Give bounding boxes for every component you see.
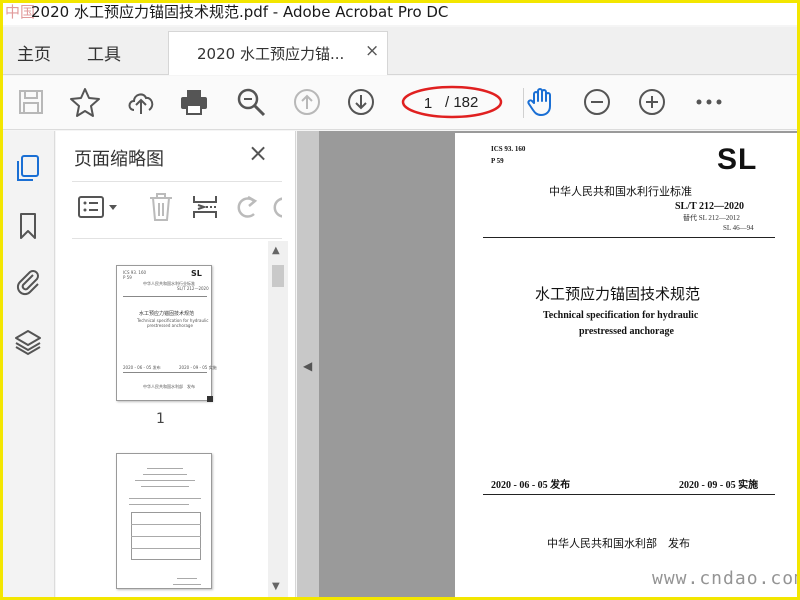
window-title-bar: 中国 2020 水工预应力锚固技术规范.pdf - Adobe Acrobat … (3, 3, 797, 25)
more-icon[interactable] (693, 86, 725, 118)
save-icon[interactable] (15, 86, 47, 118)
header-rule (483, 237, 775, 238)
previous-page-icon[interactable] (291, 86, 323, 118)
zoom-search-icon[interactable] (235, 86, 267, 118)
replaces-line-2: SL 46—94 (723, 224, 754, 232)
zoom-out-icon[interactable] (581, 86, 613, 118)
print-icon[interactable] (178, 86, 210, 118)
total-pages: / 182 (445, 94, 479, 111)
standard-type: 中华人民共和国水利行业标准 (549, 185, 692, 198)
close-panel-button[interactable]: × (248, 139, 268, 167)
page-thumbnails-icon[interactable] (13, 153, 43, 183)
thumbnail-list: ICS 93. 160 P 59 SL 中华人民共和国水利行业标准 SL/T 2… (56, 241, 268, 597)
scroll-up-icon[interactable]: ▲ (272, 245, 280, 256)
issuer: 中华人民共和国水利部 发布 (547, 537, 690, 550)
document-title-cn: 水工预应力锚固技术规范 (535, 285, 701, 303)
scroll-thumb[interactable] (272, 265, 284, 287)
replaces-line-1: 替代 SL 212—2012 (683, 214, 740, 222)
ics-code: ICS 93. 160 (491, 145, 526, 153)
upload-cloud-icon[interactable] (125, 86, 157, 118)
sl-logo: SL (717, 143, 758, 176)
thumbnail-toolbar (72, 181, 282, 239)
collapse-panel-handle[interactable]: ◀ (297, 131, 319, 597)
document-tab-label: 2020 水工预应力锚... (197, 45, 345, 63)
layers-icon[interactable] (13, 327, 43, 357)
document-canvas: ◀ ICS 93. 160 P 59 SL 中华人民共和国水利行业标准 SL/T… (297, 131, 797, 597)
rotate-clockwise-icon[interactable] (268, 192, 282, 222)
panel-title: 页面缩略图 (74, 149, 164, 170)
classification-code: P 59 (491, 157, 504, 165)
tools-menu[interactable]: 工具 (87, 40, 121, 65)
site-watermark: www.cndao.com (652, 568, 800, 589)
collapse-arrow-icon[interactable]: ◀ (303, 359, 312, 373)
bookmark-star-icon[interactable] (69, 86, 101, 118)
thumbnail-page-label: 1 (156, 411, 165, 427)
toolbar-divider (523, 88, 524, 118)
home-menu[interactable]: 主页 (17, 40, 51, 65)
bookmarks-icon[interactable] (13, 211, 43, 241)
document-tab[interactable]: 2020 水工预应力锚... × (168, 31, 388, 75)
next-page-icon[interactable] (345, 86, 377, 118)
delete-page-icon[interactable] (146, 192, 176, 222)
thumbnail-options-icon[interactable] (76, 192, 120, 222)
current-page-input[interactable] (413, 90, 443, 116)
page-thumbnail[interactable]: ICS 93. 160 P 59 SL 中华人民共和国水利行业标准 SL/T 2… (116, 265, 217, 402)
footer-rule (483, 494, 775, 495)
insert-page-icon[interactable] (190, 192, 220, 222)
window-title: 2020 水工预应力锚固技术规范.pdf - Adobe Acrobat Pro… (31, 3, 449, 21)
hand-tool-icon[interactable] (525, 86, 557, 118)
standard-code: SL/T 212—2020 (675, 201, 744, 212)
menu-tab-bar: 主页 工具 2020 水工预应力锚... × (3, 27, 797, 75)
thumbnail-panel: 页面缩略图 × ICS 93. 160 P 59 SL 中华人民共和国水利行业标… (56, 131, 296, 597)
implement-date: 2020 - 09 - 05 实施 (679, 480, 759, 491)
page-number-box: / 182 (407, 88, 507, 118)
close-tab-button[interactable]: × (365, 41, 379, 61)
page-thumbnail[interactable] (116, 453, 212, 589)
document-title-en-line2: prestressed anchorage (579, 326, 674, 337)
main-toolbar: / 182 (3, 76, 797, 130)
thumbnail-scrollbar[interactable]: ▲ ▼ (268, 241, 288, 597)
rotate-page-icon[interactable] (232, 192, 262, 222)
document-title-en-line1: Technical specification for hydraulic (543, 310, 699, 321)
scroll-down-icon[interactable]: ▼ (272, 581, 280, 592)
left-tool-rail (3, 131, 55, 597)
pdf-page: ICS 93. 160 P 59 SL 中华人民共和国水利行业标准 SL/T 2… (455, 133, 797, 597)
zoom-in-icon[interactable] (636, 86, 668, 118)
issue-date: 2020 - 06 - 05 发布 (491, 480, 571, 491)
attachments-icon[interactable] (13, 267, 43, 297)
